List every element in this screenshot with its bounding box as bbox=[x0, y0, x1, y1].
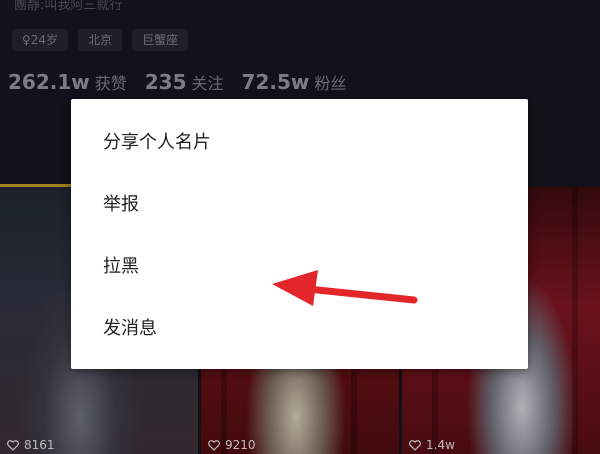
profile-action-menu: 分享个人名片 举报 拉黑 发消息 bbox=[71, 99, 528, 369]
menu-item-share-card[interactable]: 分享个人名片 bbox=[71, 111, 528, 171]
menu-item-send-message[interactable]: 发消息 bbox=[71, 297, 528, 357]
menu-item-report[interactable]: 举报 bbox=[71, 173, 528, 233]
menu-item-block[interactable]: 拉黑 bbox=[71, 235, 528, 295]
